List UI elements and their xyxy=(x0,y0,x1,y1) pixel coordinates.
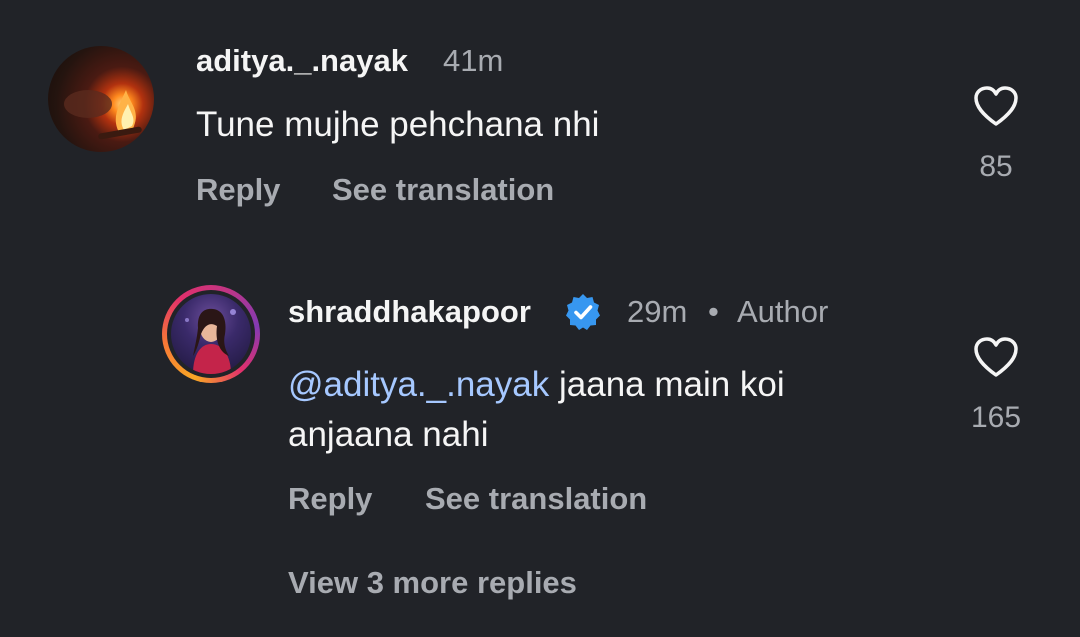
reply-text-line2: anjaana nahi xyxy=(288,415,489,454)
comment-timestamp: 41m xyxy=(443,43,504,78)
author-username[interactable]: shraddhakapoor xyxy=(288,294,531,330)
mention-link[interactable]: @aditya._.nayak xyxy=(288,365,549,404)
reply-button[interactable]: Reply xyxy=(196,172,280,208)
see-translation-button[interactable]: See translation xyxy=(425,481,647,517)
comment-text: Tune mujhe pehchana nhi xyxy=(196,105,600,144)
reply-timestamp: 29m xyxy=(627,294,688,329)
heart-outline-icon[interactable] xyxy=(972,335,1020,384)
reply-text: @aditya._.nayak jaana main koi anjaana n… xyxy=(288,360,928,460)
like-count: 85 xyxy=(979,150,1013,183)
reply-text-line1: jaana main koi xyxy=(558,365,785,404)
see-translation-button[interactable]: See translation xyxy=(332,172,554,208)
like-count: 165 xyxy=(970,401,1022,434)
author-label: Author xyxy=(737,294,829,329)
author-avatar[interactable] xyxy=(162,285,260,383)
view-more-replies-button[interactable]: View 3 more replies xyxy=(288,565,577,601)
reply-button[interactable]: Reply xyxy=(288,481,372,517)
verified-badge-icon xyxy=(563,292,603,332)
campfire-avatar-image xyxy=(64,90,142,140)
commenter-username[interactable]: aditya._.nayak xyxy=(196,43,408,79)
author-avatar-image xyxy=(185,308,236,374)
commenter-avatar[interactable] xyxy=(48,46,154,152)
heart-outline-icon[interactable] xyxy=(972,84,1020,133)
meta-separator: • xyxy=(708,294,719,329)
